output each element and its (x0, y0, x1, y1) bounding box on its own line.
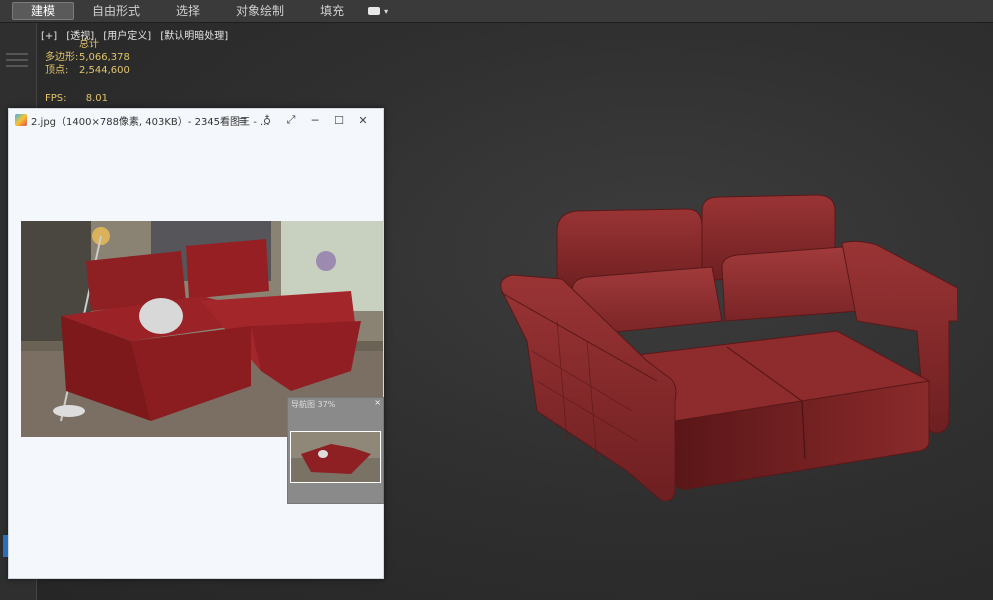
navigator-thumbnail[interactable] (290, 431, 381, 483)
fullscreen-icon[interactable]: ⤢ (279, 113, 303, 127)
tab-object-paint[interactable]: 对象绘制 (218, 0, 302, 22)
image-viewer-window[interactable]: 2.jpg（1400×788像素, 403KB）- 2345看图王 - ... … (8, 108, 384, 579)
fps-value: 8.01 (85, 93, 108, 104)
maximize-icon[interactable]: ☐ (327, 114, 351, 127)
chevron-down-icon[interactable]: ▾ (384, 7, 388, 16)
vertices-label: 顶点: (45, 65, 69, 76)
scene-statistics: 总计 多边形: 5,066,378 顶点: 2,544,600 (45, 38, 130, 77)
minimize-icon[interactable]: ─ (303, 114, 327, 127)
polygons-label: 多边形: (45, 52, 79, 63)
tab-selection[interactable]: 选择 (158, 0, 218, 22)
navigator-panel[interactable]: 导航图 37% × (287, 397, 384, 504)
taskbar-edge-tab[interactable] (3, 535, 8, 557)
fps-label: FPS: (45, 93, 67, 104)
close-icon[interactable]: ✕ (351, 114, 375, 127)
skin-icon[interactable]: ♁ (255, 114, 279, 127)
command-tabs-bar: 建模 自由形式 选择 对象绘制 填充 ▾ (0, 0, 993, 23)
vertices-value: 2,544,600 (79, 65, 130, 76)
polygons-value: 5,066,378 (79, 52, 130, 63)
grip-icon (6, 53, 28, 55)
stats-header: 总计 (79, 39, 99, 50)
navigator-close-icon[interactable]: × (374, 398, 381, 407)
fps-readout: FPS: 8.01 (45, 93, 108, 104)
tab-freeform[interactable]: 自由形式 (74, 0, 158, 22)
tab-modeling[interactable]: 建模 (12, 2, 75, 20)
window-controls: ≡ ♁ ⤢ ─ ☐ ✕ (231, 109, 375, 131)
viewport-menu-shading[interactable]: [默认明暗处理] (160, 31, 228, 42)
viewer-titlebar[interactable]: 2.jpg（1400×788像素, 403KB）- 2345看图王 - ... … (9, 109, 383, 131)
sofa-3d-model[interactable] (457, 171, 957, 501)
app-icon (15, 114, 27, 126)
navigator-title: 导航图 37% (291, 400, 336, 409)
ribbon-options-icon[interactable] (368, 7, 381, 15)
tab-populate[interactable]: 填充 (302, 0, 362, 22)
menu-icon[interactable]: ≡ (231, 114, 255, 127)
